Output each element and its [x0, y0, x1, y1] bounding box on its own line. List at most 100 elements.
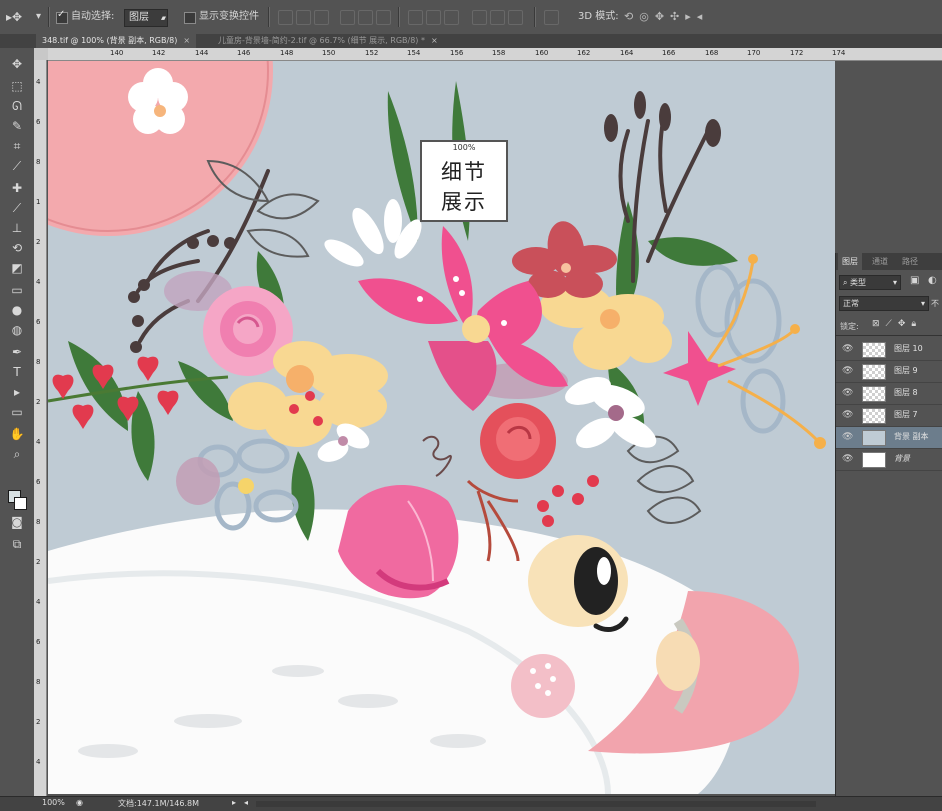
ruler-tick: 2 — [36, 558, 41, 566]
auto-align-icon[interactable] — [544, 10, 559, 25]
blend-mode-dropdown[interactable]: 正常 ▾ — [839, 296, 929, 311]
lock-icons[interactable]: ⊠⟋✥🔒︎ — [872, 319, 922, 329]
eye-icon[interactable]: 👁︎ — [842, 453, 853, 465]
eye-icon[interactable]: 👁︎ — [842, 409, 853, 421]
tab-channels[interactable]: 通道 — [868, 253, 892, 270]
layer-name: 图层 10 — [894, 344, 923, 353]
eye-icon[interactable]: 👁︎ — [842, 365, 853, 377]
auto-select-label: 自动选择: — [71, 11, 115, 22]
align-right-icon[interactable] — [376, 10, 391, 25]
status-menu-arrow-icon[interactable]: ▸ — [232, 798, 236, 807]
path-select-tool-icon[interactable]: ▸ — [9, 384, 25, 400]
ruler-tick: 150 — [322, 49, 336, 57]
layer-row[interactable]: 👁︎ 图层 9 — [836, 361, 942, 383]
history-brush-tool-icon[interactable]: ⟲ — [9, 240, 25, 256]
eraser-tool-icon[interactable]: ◩ — [9, 260, 25, 276]
layer-thumbnail — [862, 408, 886, 424]
chevron-down-icon: ▾ — [892, 278, 897, 287]
eyedropper-tool-icon[interactable]: ⟋ — [9, 158, 25, 174]
ruler-tick: 4 — [36, 598, 41, 606]
detail-label-percent: 100% — [452, 143, 476, 152]
layer-row[interactable]: 👁︎ 图层 7 — [836, 405, 942, 427]
align-bottom-icon[interactable] — [314, 10, 329, 25]
layer-row[interactable]: 👁︎ 图层 10 — [836, 339, 942, 361]
ruler-tick: 2 — [36, 718, 41, 726]
layer-name: 图层 7 — [894, 410, 918, 419]
healing-brush-tool-icon[interactable]: ✚ — [9, 180, 25, 196]
ruler-left: 4 6 8 1 2 4 6 8 2 4 6 8 2 4 6 8 2 4 — [34, 60, 47, 796]
distribute-right-icon[interactable] — [508, 10, 523, 25]
horizontal-scrollbar[interactable] — [256, 801, 816, 807]
ruler-tick: 140 — [110, 49, 124, 57]
align-vcenter-icon[interactable] — [296, 10, 311, 25]
move-tool-icon[interactable]: ✥ — [9, 56, 25, 72]
doc-tab-348[interactable]: 348.tif @ 100% (背景 副本, RGB/8) × — [36, 34, 197, 48]
distribute-bottom-icon[interactable] — [444, 10, 459, 25]
background-color-swatch[interactable] — [14, 497, 27, 510]
doc-tab-kids-room[interactable]: 儿童房-背景墙-简约-2.tif @ 66.7% (细节 展示, RGB/8) … — [212, 34, 444, 48]
layer-row-selected[interactable]: 👁︎ 背景 副本 — [836, 427, 942, 449]
lasso-tool-icon[interactable]: ᘏ — [9, 98, 25, 114]
show-transform-label: 显示变换控件 — [199, 11, 259, 22]
ruler-tick: 174 — [832, 49, 846, 57]
divider — [534, 7, 536, 27]
align-hcenter-icon[interactable] — [358, 10, 373, 25]
layer-row[interactable]: 👁︎ 背景 — [836, 449, 942, 471]
hand-tool-icon[interactable]: ✋ — [9, 426, 25, 442]
ruler-tick: 6 — [36, 478, 41, 486]
brush-tool-icon[interactable]: ⟋ — [9, 200, 25, 216]
doc-tab-label: 348.tif @ 100% (背景 副本, RGB/8) — [42, 36, 178, 45]
pen-tool-icon[interactable]: ✒ — [9, 344, 25, 360]
auto-select-checkbox[interactable] — [56, 9, 68, 24]
divider — [268, 7, 270, 27]
distribute-top-icon[interactable] — [408, 10, 423, 25]
blur-tool-icon[interactable]: ● — [9, 302, 25, 318]
rectangle-tool-icon[interactable]: ▭ — [9, 404, 25, 420]
align-top-icon[interactable] — [278, 10, 293, 25]
ruler-tick: 6 — [36, 118, 41, 126]
zoom-level[interactable]: 100% — [42, 798, 65, 807]
show-transform-checkbox[interactable] — [184, 12, 196, 24]
3d-mode-icons[interactable]: ⟲◎✥✣▸◂ — [624, 9, 708, 25]
quick-select-tool-icon[interactable]: ✎ — [9, 118, 25, 134]
dodge-tool-icon[interactable]: ◍ — [9, 322, 25, 338]
quick-mask-icon[interactable]: ◙ — [9, 514, 25, 530]
eye-icon[interactable]: 👁︎ — [842, 343, 853, 355]
filter-image-icon[interactable]: ▣ — [910, 275, 919, 286]
detail-label-box: 100% 细节 展示 — [420, 140, 508, 222]
close-icon[interactable]: × — [183, 36, 190, 45]
ruler-tick: 146 — [237, 49, 251, 57]
ruler-tick: 2 — [36, 238, 41, 246]
detail-label-line2: 展示 — [441, 190, 487, 214]
tool-preset-dropdown-icon[interactable]: ▾ — [36, 9, 41, 25]
clone-stamp-tool-icon[interactable]: ⊥ — [9, 220, 25, 236]
layer-row[interactable]: 👁︎ 图层 8 — [836, 383, 942, 405]
gradient-tool-icon[interactable]: ▭ — [9, 282, 25, 298]
layer-name: 背景 — [894, 454, 910, 463]
zoom-tool-icon[interactable]: ⌕ — [9, 446, 25, 462]
tab-layers[interactable]: 图层 — [838, 253, 862, 270]
close-icon[interactable]: × — [431, 36, 438, 45]
distribute-vcenter-icon[interactable] — [426, 10, 441, 25]
filter-adjust-icon[interactable]: ◐ — [928, 275, 937, 286]
eye-icon[interactable]: 👁︎ — [842, 387, 853, 399]
share-icon[interactable]: ◉ — [76, 798, 83, 807]
doc-info: 文档:147.1M/146.8M — [118, 799, 199, 808]
layer-filter-dropdown[interactable]: ⌕ 类型 ▾ — [839, 275, 901, 290]
ruler-tick: 8 — [36, 358, 41, 366]
align-left-icon[interactable] — [340, 10, 355, 25]
ruler-tick: 172 — [790, 49, 804, 57]
distribute-hcenter-icon[interactable] — [490, 10, 505, 25]
layers-panel-tabs: 图层 通道 路径 — [836, 253, 942, 270]
auto-select-dropdown[interactable]: 图层 — [124, 9, 168, 27]
ruler-corner — [34, 48, 48, 60]
type-tool-icon[interactable]: T — [9, 364, 25, 380]
eye-icon[interactable]: 👁︎ — [842, 431, 853, 443]
move-tool-icon[interactable]: ▸✥ — [6, 9, 22, 25]
marquee-tool-icon[interactable]: ⬚ — [9, 78, 25, 94]
crop-tool-icon[interactable]: ⌗ — [9, 138, 25, 154]
tab-paths[interactable]: 路径 — [898, 253, 922, 270]
distribute-left-icon[interactable] — [472, 10, 487, 25]
scroll-left-icon[interactable]: ◂ — [244, 798, 248, 807]
screen-mode-icon[interactable]: ⧉ — [9, 536, 25, 552]
